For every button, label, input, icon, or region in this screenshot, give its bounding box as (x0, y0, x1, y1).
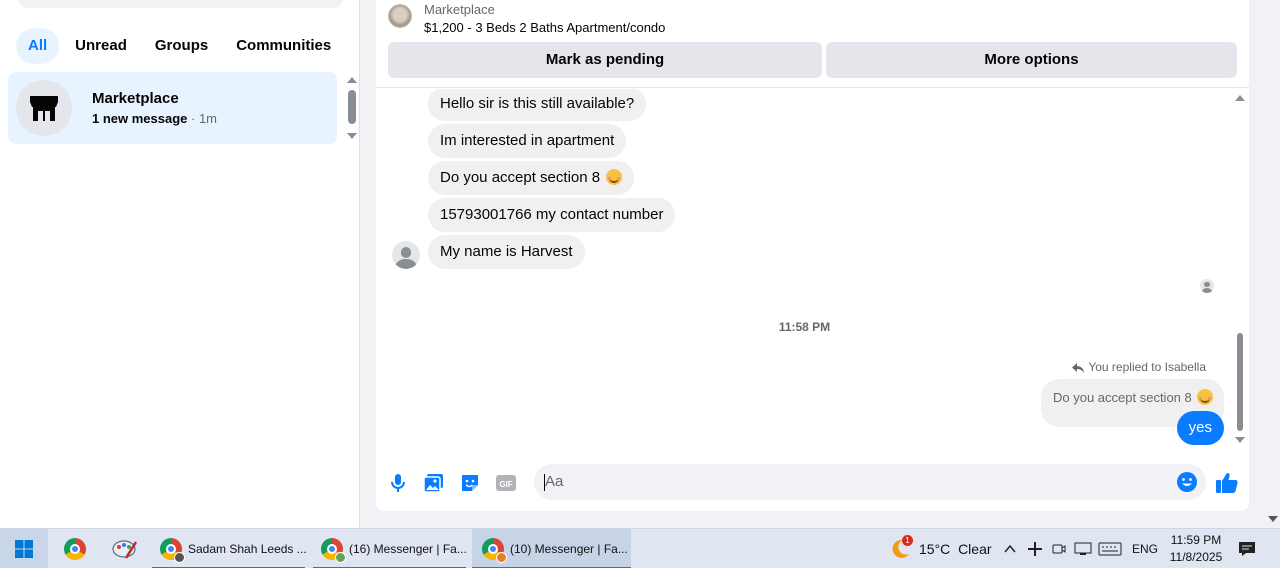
chrome-pinned-icon[interactable] (51, 529, 99, 568)
conversation-preview: 1 new message · 1m (92, 111, 217, 126)
window-scroll-down-arrow-icon[interactable] (1268, 516, 1278, 522)
notifications-icon[interactable] (1238, 540, 1256, 558)
message-bubble[interactable]: Hello sir is this still available? (428, 89, 647, 121)
reply-context: You replied to Isabella (1072, 360, 1206, 374)
chevron-up-icon[interactable] (1003, 542, 1017, 556)
smiling-face-emoji-icon (1197, 389, 1214, 405)
listing-thumbnail[interactable] (388, 4, 412, 28)
smiling-face-emoji-icon (606, 169, 623, 185)
svg-text:GIF: GIF (499, 480, 512, 489)
marketplace-store-icon (16, 80, 72, 136)
chat-list-panel: All Unread Groups Communities Marketplac… (0, 0, 360, 528)
unread-count: 1 new message (92, 111, 188, 126)
weather-condition: Clear (958, 541, 992, 557)
window-title: (16) Messenger | Fa... (349, 542, 467, 556)
filter-groups[interactable]: Groups (143, 28, 220, 64)
message-input[interactable]: Aa (534, 464, 1206, 500)
start-button[interactable] (0, 529, 48, 568)
listing-source: Marketplace (424, 2, 495, 17)
mark-as-pending-button[interactable]: Mark as pending (388, 42, 822, 78)
window-title: (10) Messenger | Fa... (510, 542, 628, 556)
sticker-icon[interactable] (458, 471, 482, 495)
filter-chips: All Unread Groups Communities (16, 28, 343, 64)
message-bubble[interactable]: 15793001766 my contact number (428, 198, 676, 232)
keyboard-icon[interactable] (1098, 541, 1122, 557)
weather-moon-icon: 1 (887, 535, 913, 561)
window-title: Sadam Shah Leeds ... (188, 542, 307, 556)
message-composer: GIF Aa (376, 455, 1249, 511)
weather-temperature: 15°C (919, 541, 951, 557)
message-scrollbar[interactable] (1233, 89, 1247, 449)
taskbar-window-messenger-10[interactable]: (10) Messenger | Fa... (472, 529, 631, 568)
preview-separator: · (187, 111, 199, 126)
thumbs-up-icon[interactable] (1215, 471, 1239, 495)
search-input[interactable] (18, 0, 344, 8)
input-language[interactable]: ENG (1132, 529, 1158, 568)
filter-communities[interactable]: Communities (224, 28, 343, 64)
windows-taskbar: Sadam Shah Leeds ... (16) Messenger | Fa… (0, 516, 1280, 568)
photo-icon[interactable] (422, 471, 446, 495)
scroll-down-arrow-icon[interactable] (1235, 437, 1245, 443)
sent-message-bubble[interactable]: yes (1176, 411, 1224, 445)
quoted-text: Do you accept section 8 (1053, 390, 1192, 405)
weather-alert-badge: 1 (902, 535, 913, 546)
message-bubble[interactable]: My name is Harvest (428, 235, 585, 269)
scrollbar-thumb[interactable] (348, 90, 356, 124)
message-input-placeholder: Aa (545, 473, 564, 490)
conversation-name: Marketplace (92, 90, 179, 107)
listing-title[interactable]: $1,200 - 3 Beds 2 Baths Apartment/condo (424, 20, 665, 35)
listing-header: Marketplace $1,200 - 3 Beds 2 Baths Apar… (376, 0, 1249, 88)
message-bubble[interactable]: Do you accept section 8 (428, 161, 635, 195)
scrollbar-thumb[interactable] (1237, 333, 1243, 431)
microphone-icon[interactable] (386, 471, 410, 495)
seen-indicator-avatar (1200, 279, 1214, 293)
meet-now-icon[interactable] (1052, 541, 1066, 557)
message-bubble[interactable]: Im interested in apartment (428, 124, 627, 158)
conversation-panel: Marketplace $1,200 - 3 Beds 2 Baths Apar… (376, 0, 1249, 511)
reply-label-text: You replied to Isabella (1088, 360, 1206, 374)
clock-time: 11:59 PM (1170, 533, 1222, 547)
filter-all[interactable]: All (16, 28, 60, 64)
network-icon[interactable] (1074, 541, 1092, 557)
message-text: Do you accept section 8 (440, 169, 601, 186)
system-clock[interactable]: 11:59 PM 11/8/2025 (1166, 532, 1226, 566)
clock-date: 11/8/2025 (1169, 550, 1223, 564)
scroll-down-arrow-icon[interactable] (347, 133, 357, 139)
taskbar-window-messenger-16[interactable]: (16) Messenger | Fa... (313, 529, 467, 568)
gif-icon[interactable]: GIF (494, 471, 518, 495)
scroll-up-arrow-icon[interactable] (1235, 95, 1245, 101)
scroll-up-arrow-icon[interactable] (347, 77, 357, 83)
chat-list-scrollbar[interactable] (345, 74, 359, 142)
windows-logo-icon (15, 540, 33, 558)
taskbar-window-sadam[interactable]: Sadam Shah Leeds ... (152, 529, 307, 568)
weather-widget[interactable]: 1 15°C Clear (887, 529, 992, 568)
sender-avatar[interactable] (392, 241, 420, 269)
conversation-time: 1m (198, 111, 218, 126)
paint-app-icon[interactable] (101, 529, 149, 568)
message-timestamp: 11:58 PM (778, 320, 831, 334)
message-list: Hello sir is this still available? Im in… (376, 89, 1249, 453)
more-options-button[interactable]: More options (826, 42, 1237, 78)
conversation-item-marketplace[interactable]: Marketplace 1 new message · 1m (8, 72, 337, 144)
delivery-status-fragment: · · (1188, 449, 1197, 453)
plus-icon[interactable] (1027, 541, 1043, 557)
reply-arrow-icon (1072, 363, 1085, 373)
filter-unread[interactable]: Unread (63, 28, 139, 64)
emoji-picker-icon[interactable] (1176, 471, 1198, 493)
